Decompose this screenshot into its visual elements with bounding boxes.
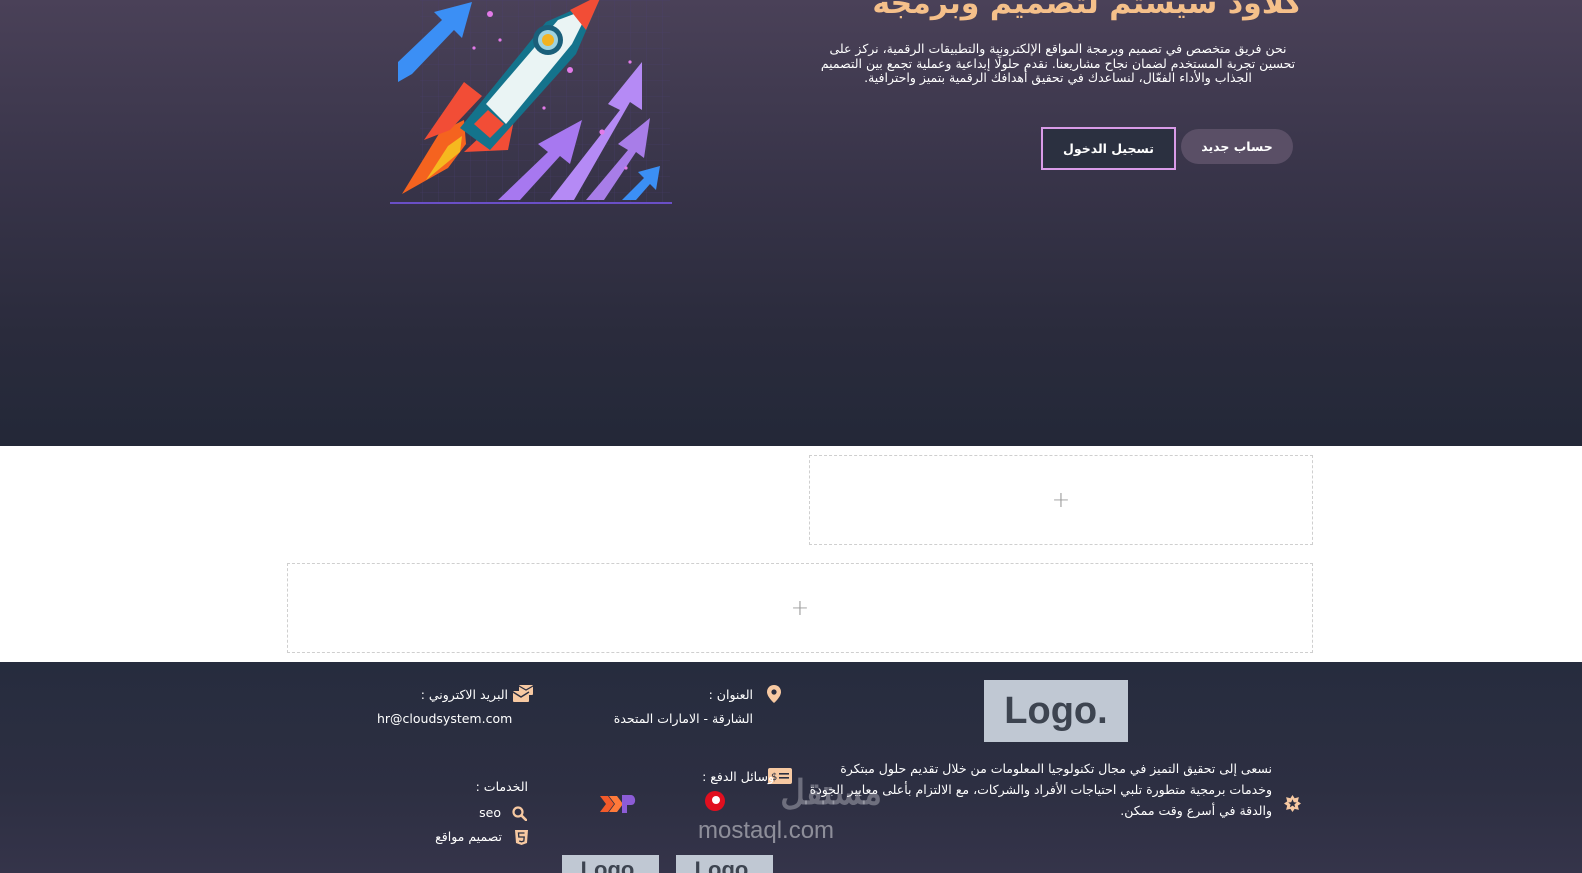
- plus-icon: +: [790, 595, 810, 621]
- footer-about-text: نسعى إلى تحقيق التميز في مجال تكنولوجيا …: [809, 761, 1272, 818]
- service-item-web-design[interactable]: تصميم مواقع: [435, 829, 502, 844]
- add-section-placeholder[interactable]: +: [809, 455, 1313, 545]
- payment-provider-logo: [600, 792, 640, 818]
- payment-label: وسائل الدفع :: [702, 769, 774, 784]
- hero-title: كلاود سيستم لتصميم وبرمجة: [872, 0, 1302, 21]
- footer-logo[interactable]: Logo.: [984, 680, 1128, 742]
- star-badge-icon: [1283, 794, 1301, 812]
- footer: Logo. نسعى إلى تحقيق التميز في مجال تكنو…: [0, 662, 1582, 873]
- hero-section: كلاود سيستم لتصميم وبرمجة نحن فريق متخصص…: [0, 0, 1582, 446]
- address-label: العنوان :: [708, 687, 753, 702]
- address-value: الشارقة - الامارات المتحدة: [613, 711, 753, 726]
- location-pin-icon: [765, 685, 783, 703]
- plus-icon: +: [1051, 487, 1071, 513]
- search-icon: [510, 804, 528, 822]
- login-button[interactable]: تسجيل الدخول: [1041, 127, 1176, 170]
- rocket-illustration: [390, 0, 672, 204]
- partner-logo: Logo.: [562, 855, 659, 873]
- email-icon: [513, 685, 535, 703]
- email-value[interactable]: hr@cloudsystem.com: [377, 711, 512, 726]
- partner-logo: Logo.: [676, 855, 773, 873]
- hero-description: نحن فريق متخصص في تصميم وبرمجة المواقع ا…: [820, 41, 1296, 85]
- email-label: البريد الاكتروني :: [420, 687, 508, 702]
- vodafone-icon: [705, 791, 725, 811]
- html5-icon: [512, 828, 530, 846]
- watermark-latin: mostaql.com: [698, 817, 835, 844]
- register-button[interactable]: حساب جديد: [1181, 129, 1293, 164]
- services-label: الخدمات :: [475, 779, 528, 794]
- add-section-placeholder-wide[interactable]: +: [287, 563, 1313, 653]
- service-item-seo[interactable]: seo: [479, 805, 501, 820]
